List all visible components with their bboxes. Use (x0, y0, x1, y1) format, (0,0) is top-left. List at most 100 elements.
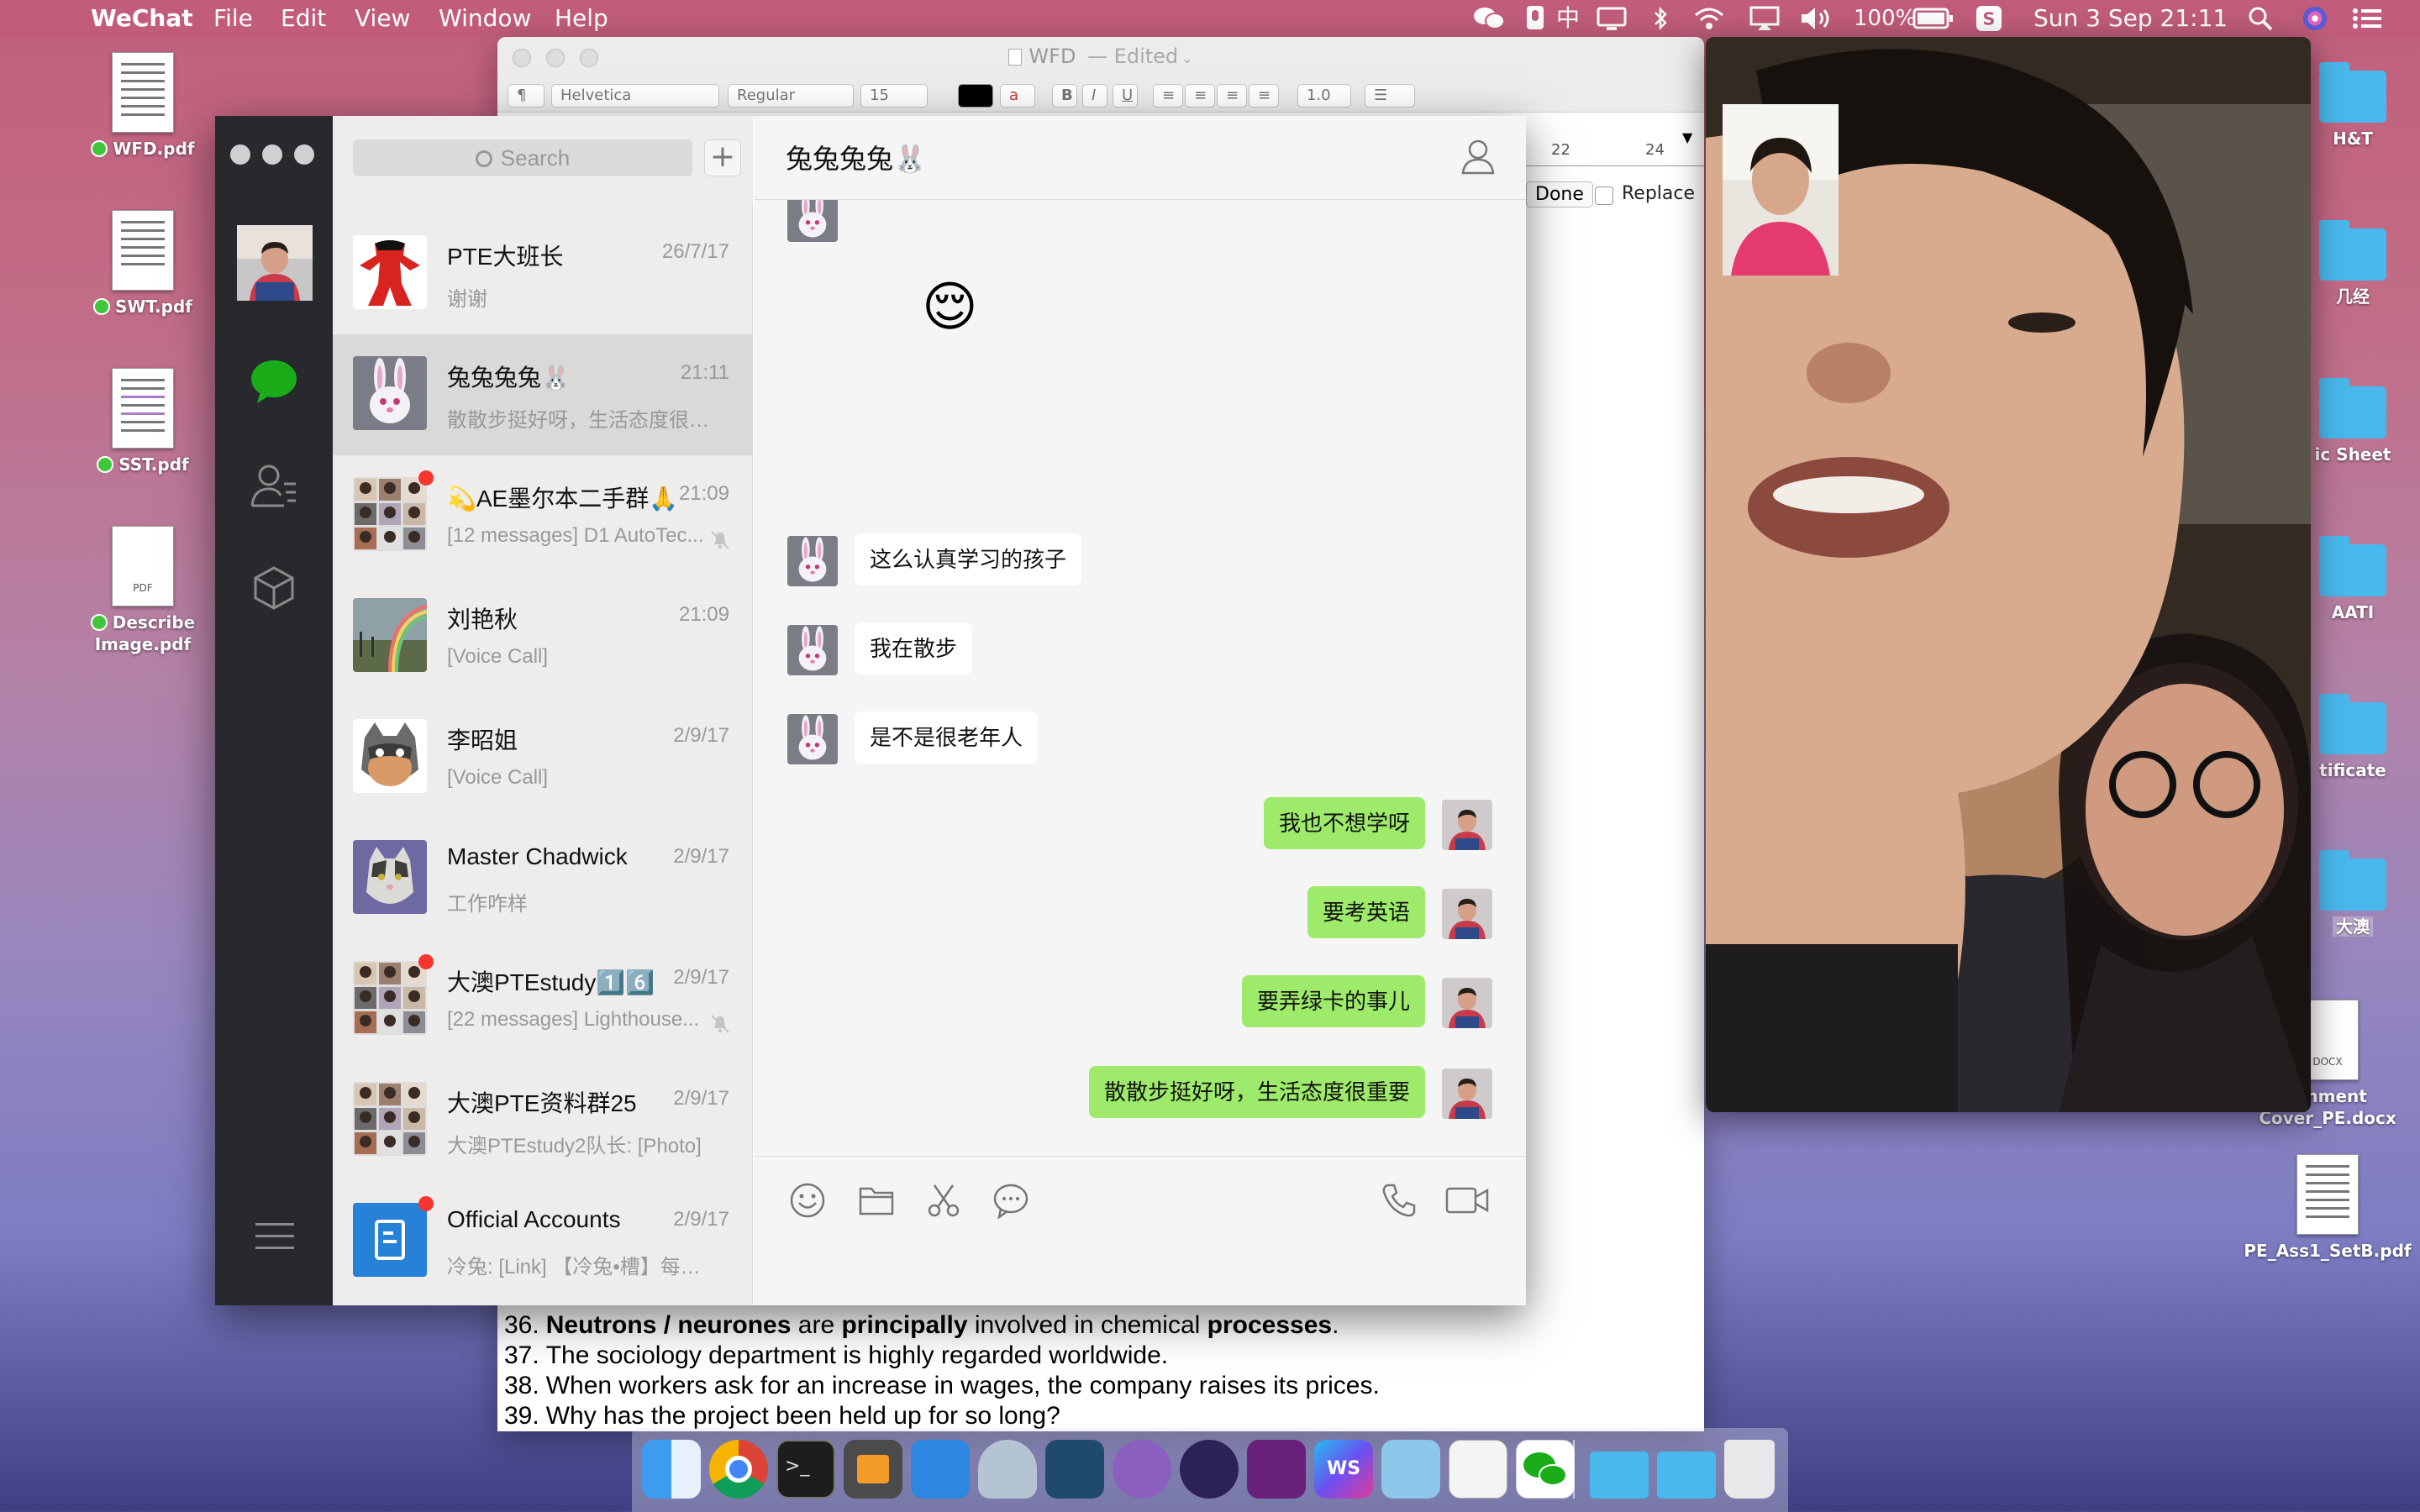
self-view-thumbnail[interactable] (1723, 104, 1839, 276)
menu-window[interactable]: Window (439, 3, 531, 34)
incoming-message[interactable]: 这么认真学习的孩子 (855, 533, 1082, 585)
desktop-file-sst[interactable]: SST.pdf (59, 368, 227, 475)
menu-view[interactable]: View (355, 3, 410, 34)
textedit-titlebar[interactable]: WFD — Edited ⌄ (497, 37, 1704, 76)
list-style-select[interactable]: ☰ (1365, 84, 1415, 108)
close-button[interactable] (513, 49, 531, 67)
my-avatar[interactable] (1442, 978, 1492, 1028)
menu-edit[interactable]: Edit (281, 3, 326, 34)
outgoing-message[interactable]: 要考英语 (1307, 886, 1425, 938)
voice-call-icon[interactable] (1381, 1182, 1418, 1219)
trash-icon[interactable] (1724, 1440, 1775, 1499)
done-button[interactable]: Done (1526, 181, 1593, 207)
terminal-icon[interactable]: >_ (776, 1440, 835, 1499)
chrome-icon[interactable] (709, 1440, 768, 1499)
conversation-item[interactable]: 刘艳秋 21:09 [Voice Call] (333, 576, 753, 697)
folder-icon[interactable] (858, 1182, 895, 1219)
downloads-folder-icon[interactable] (1590, 1452, 1649, 1499)
clock[interactable]: Sun 3 Sep 21:11 (2033, 3, 2228, 34)
contacts-icon[interactable] (249, 462, 299, 509)
contact-avatar[interactable] (787, 714, 838, 764)
my-avatar[interactable] (1442, 889, 1492, 939)
contact-avatar[interactable] (787, 200, 838, 242)
conversation-item[interactable]: 大澳PTE资料群25 2/9/17 大澳PTEstudy2队长: [Photo] (333, 1060, 753, 1181)
conversation-item[interactable]: Official Accounts 2/9/17 冷兔: [Link] 【冷兔•槽】… (333, 1181, 753, 1302)
menu-help[interactable]: Help (555, 3, 608, 34)
chat-bubble-icon[interactable] (992, 1182, 1029, 1219)
emoji-sticker[interactable]: 😌 (922, 277, 978, 338)
visual-studio-icon[interactable] (1247, 1440, 1306, 1499)
favorites-box-icon[interactable] (250, 564, 297, 612)
outgoing-message[interactable]: 要弄绿卡的事儿 (1241, 975, 1425, 1027)
underline-button[interactable]: U (1113, 84, 1138, 108)
tab-stop-marker[interactable]: ▼ (1682, 129, 1692, 145)
microphone-icon[interactable] (1523, 5, 1548, 32)
font-size-field[interactable]: 15 (860, 84, 928, 108)
chevron-down-icon[interactable]: ⌄ (1181, 50, 1192, 66)
conversation-item[interactable]: 李昭姐 2/9/17 [Voice Call] (333, 697, 753, 818)
desktop-file-swt[interactable]: SWT.pdf (59, 210, 227, 318)
conversation-item[interactable]: 大澳PTEstudy1️⃣6️⃣ 2/9/17 [22 messages] Ligh… (333, 939, 753, 1060)
avatar[interactable] (237, 225, 313, 301)
menu-file[interactable]: File (213, 3, 253, 34)
airplay-icon[interactable] (1749, 5, 1780, 32)
scissors-icon[interactable] (925, 1182, 962, 1219)
github-icon[interactable] (1113, 1440, 1171, 1499)
battery-percentage[interactable]: 100% (1854, 3, 1916, 34)
font-family-select[interactable]: Helvetica (551, 84, 719, 108)
conversation-item[interactable]: Master Chadwick 2/9/17 工作咋样 (333, 818, 753, 939)
document-body[interactable]: 36. Neutrons / neurones are principally i… (504, 1310, 1380, 1431)
wechat-dock-icon[interactable] (1516, 1440, 1575, 1499)
wechat-status-icon[interactable] (1472, 5, 1506, 32)
minimize-button[interactable] (546, 49, 565, 67)
chat-info-person-icon[interactable] (1460, 138, 1497, 175)
align-left-button[interactable]: ≡ (1153, 84, 1183, 108)
video-call-icon[interactable] (1444, 1182, 1490, 1219)
paragraph-style-select[interactable]: ¶ (508, 84, 544, 108)
align-right-button[interactable]: ≡ (1217, 84, 1247, 108)
app-menu[interactable]: WeChat (91, 3, 193, 34)
chats-icon[interactable] (249, 358, 299, 405)
battery-icon[interactable] (1912, 5, 1954, 32)
outgoing-message[interactable]: 散散步挺好呀，生活态度很重要 (1088, 1066, 1425, 1118)
bluetooth-icon[interactable] (1650, 5, 1670, 32)
bold-button[interactable]: B (1052, 84, 1077, 108)
database-icon[interactable] (978, 1440, 1037, 1499)
add-chat-button[interactable]: + (704, 139, 741, 176)
outgoing-message[interactable]: 我也不想学呀 (1263, 797, 1425, 849)
replace-checkbox[interactable] (1595, 186, 1613, 205)
minimize-button[interactable] (262, 144, 282, 165)
desktop-file-wfd[interactable]: WFD.pdf (59, 52, 227, 160)
close-button[interactable] (230, 144, 250, 165)
line-spacing-select[interactable]: 1.0 (1297, 84, 1351, 108)
emoji-icon[interactable] (789, 1182, 826, 1219)
webstorm-icon[interactable]: WS (1314, 1440, 1373, 1499)
sublime-text-icon[interactable] (844, 1440, 902, 1499)
desktop-file-describe-image[interactable]: PDF Describe Image.pdf (59, 526, 227, 655)
notification-center-icon[interactable] (2351, 5, 2383, 32)
menu-hamburger-icon[interactable] (255, 1220, 294, 1253)
font-style-select[interactable]: Regular (728, 84, 854, 108)
my-avatar[interactable] (1442, 1068, 1492, 1119)
zoom-button[interactable] (580, 49, 598, 67)
spotlight-search-icon[interactable] (2247, 5, 2274, 32)
documents-folder-icon[interactable] (1657, 1452, 1716, 1499)
display-icon[interactable] (1597, 5, 1627, 32)
zoom-button[interactable] (294, 144, 314, 165)
italic-button[interactable]: I (1082, 84, 1107, 108)
edited-indicator[interactable]: — Edited (1087, 45, 1178, 68)
sogou-icon[interactable]: S (1975, 5, 2003, 32)
justify-button[interactable]: ≡ (1249, 84, 1279, 108)
volume-icon[interactable] (1798, 5, 1835, 32)
textedit-icon[interactable] (1449, 1440, 1507, 1499)
conversation-item[interactable]: 兔兔兔兔🐰 21:11 散散步挺好呀，生活态度很重要 (333, 334, 753, 455)
contact-avatar[interactable] (787, 625, 838, 675)
align-center-button[interactable]: ≡ (1185, 84, 1215, 108)
highlight-color-swatch[interactable]: a (1000, 84, 1035, 108)
desktop-file-pe-ass1[interactable]: PE_Ass1_SetB.pdf (2244, 1154, 2412, 1262)
finder-icon[interactable] (642, 1440, 701, 1499)
virtualbox-icon[interactable] (1381, 1440, 1440, 1499)
my-avatar[interactable] (1442, 800, 1492, 850)
xcode-icon[interactable] (911, 1440, 970, 1499)
siri-icon[interactable] (2301, 5, 2329, 32)
